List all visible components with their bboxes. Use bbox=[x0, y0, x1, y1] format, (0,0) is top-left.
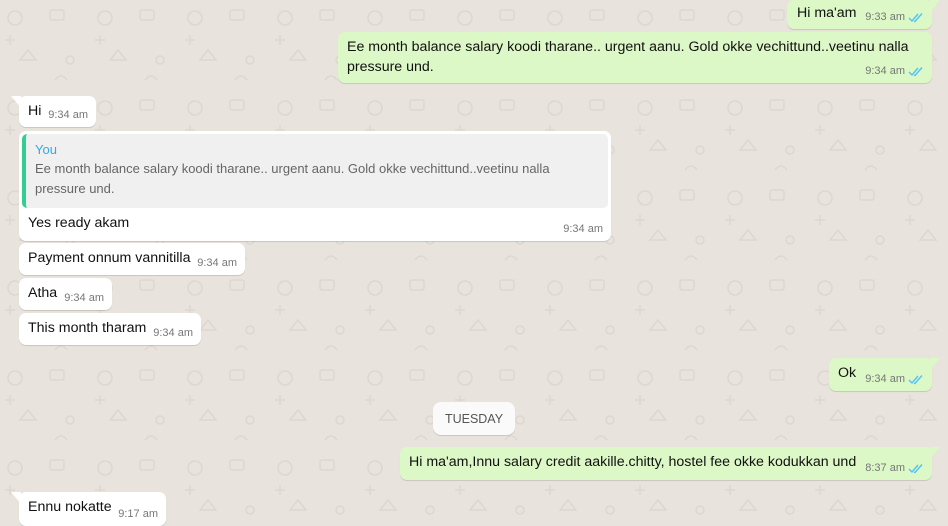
bubble-tail bbox=[930, 0, 940, 12]
message-bubble-outgoing[interactable]: Ok 9:34 am bbox=[829, 358, 940, 391]
message-bubble-incoming[interactable]: Payment onnum vannitilla 9:34 am bbox=[19, 243, 245, 275]
message-time: 9:34 am bbox=[865, 65, 905, 77]
message-text: This month tharam bbox=[28, 320, 147, 336]
message-time: 9:34 am bbox=[197, 257, 237, 269]
day-separator: TUESDAY bbox=[433, 402, 515, 435]
bubble-tail bbox=[11, 96, 21, 108]
quoted-text-line: Ee month balance salary koodi tharane.. … bbox=[35, 161, 550, 176]
message-text: Ee month balance salary koodi tharane.. … bbox=[347, 37, 909, 77]
message-text: Hi ma'am,Innu salary credit aakille.chit… bbox=[409, 454, 857, 470]
message-time: 9:34 am bbox=[64, 292, 104, 304]
message-text: Yes ready akam bbox=[28, 215, 130, 231]
read-double-tick-icon bbox=[908, 374, 923, 384]
message-text: Hi bbox=[28, 103, 42, 119]
message-meta: 9:34 am bbox=[153, 326, 193, 340]
read-double-tick-icon bbox=[908, 66, 923, 76]
message-bubble-incoming[interactable]: Hi 9:34 am bbox=[11, 96, 96, 127]
message-bubble-incoming[interactable]: Atha 9:34 am bbox=[19, 278, 112, 310]
message-bubble-outgoing[interactable]: Hi ma'am,Innu salary credit aakille.chit… bbox=[400, 447, 940, 480]
message-text: Atha bbox=[28, 285, 58, 301]
message-time: 8:37 am bbox=[865, 462, 905, 474]
message-time: 9:34 am bbox=[865, 373, 905, 385]
message-text: Ennu nokatte bbox=[28, 499, 112, 515]
quoted-message[interactable]: You Ee month balance salary koodi tharan… bbox=[22, 134, 608, 208]
bubble-tail bbox=[930, 358, 940, 370]
message-meta: 9:34 am bbox=[865, 372, 924, 386]
message-bubble-outgoing[interactable]: Hi ma'am 9:33 am bbox=[787, 0, 940, 29]
message-meta: 9:34 am bbox=[197, 256, 237, 270]
message-meta: 8:37 am bbox=[865, 461, 924, 475]
message-bubble-incoming[interactable]: This month tharam 9:34 am bbox=[19, 313, 201, 345]
message-text-line: pressure und. bbox=[347, 59, 434, 75]
message-meta: 9:34 am bbox=[48, 108, 88, 122]
read-double-tick-icon bbox=[908, 12, 923, 22]
quoted-author: You bbox=[35, 142, 57, 157]
message-bubble-incoming[interactable]: You Ee month balance salary koodi tharan… bbox=[19, 131, 611, 241]
message-meta: 9:33 am bbox=[865, 10, 924, 24]
message-meta: 9:34 am bbox=[865, 64, 924, 78]
message-bubble-outgoing[interactable]: Ee month balance salary koodi tharane.. … bbox=[338, 32, 932, 83]
message-meta: 9:34 am bbox=[64, 291, 104, 305]
message-meta: 9:34 am bbox=[563, 222, 603, 236]
bubble-tail bbox=[930, 447, 940, 459]
message-text: Payment onnum vannitilla bbox=[28, 250, 191, 266]
read-double-tick-icon bbox=[908, 463, 923, 473]
message-text: Hi ma'am bbox=[797, 5, 857, 21]
message-time: 9:33 am bbox=[865, 11, 905, 23]
message-text: Ok bbox=[838, 365, 857, 381]
message-bubble-incoming[interactable]: Ennu nokatte 9:17 am bbox=[11, 492, 166, 526]
message-time: 9:34 am bbox=[563, 223, 603, 235]
bubble-tail bbox=[11, 492, 21, 504]
message-time: 9:34 am bbox=[48, 109, 88, 121]
quoted-text-line: pressure und. bbox=[35, 181, 115, 196]
message-time: 9:34 am bbox=[153, 327, 193, 339]
message-text-line: Ee month balance salary koodi tharane.. … bbox=[347, 39, 909, 55]
